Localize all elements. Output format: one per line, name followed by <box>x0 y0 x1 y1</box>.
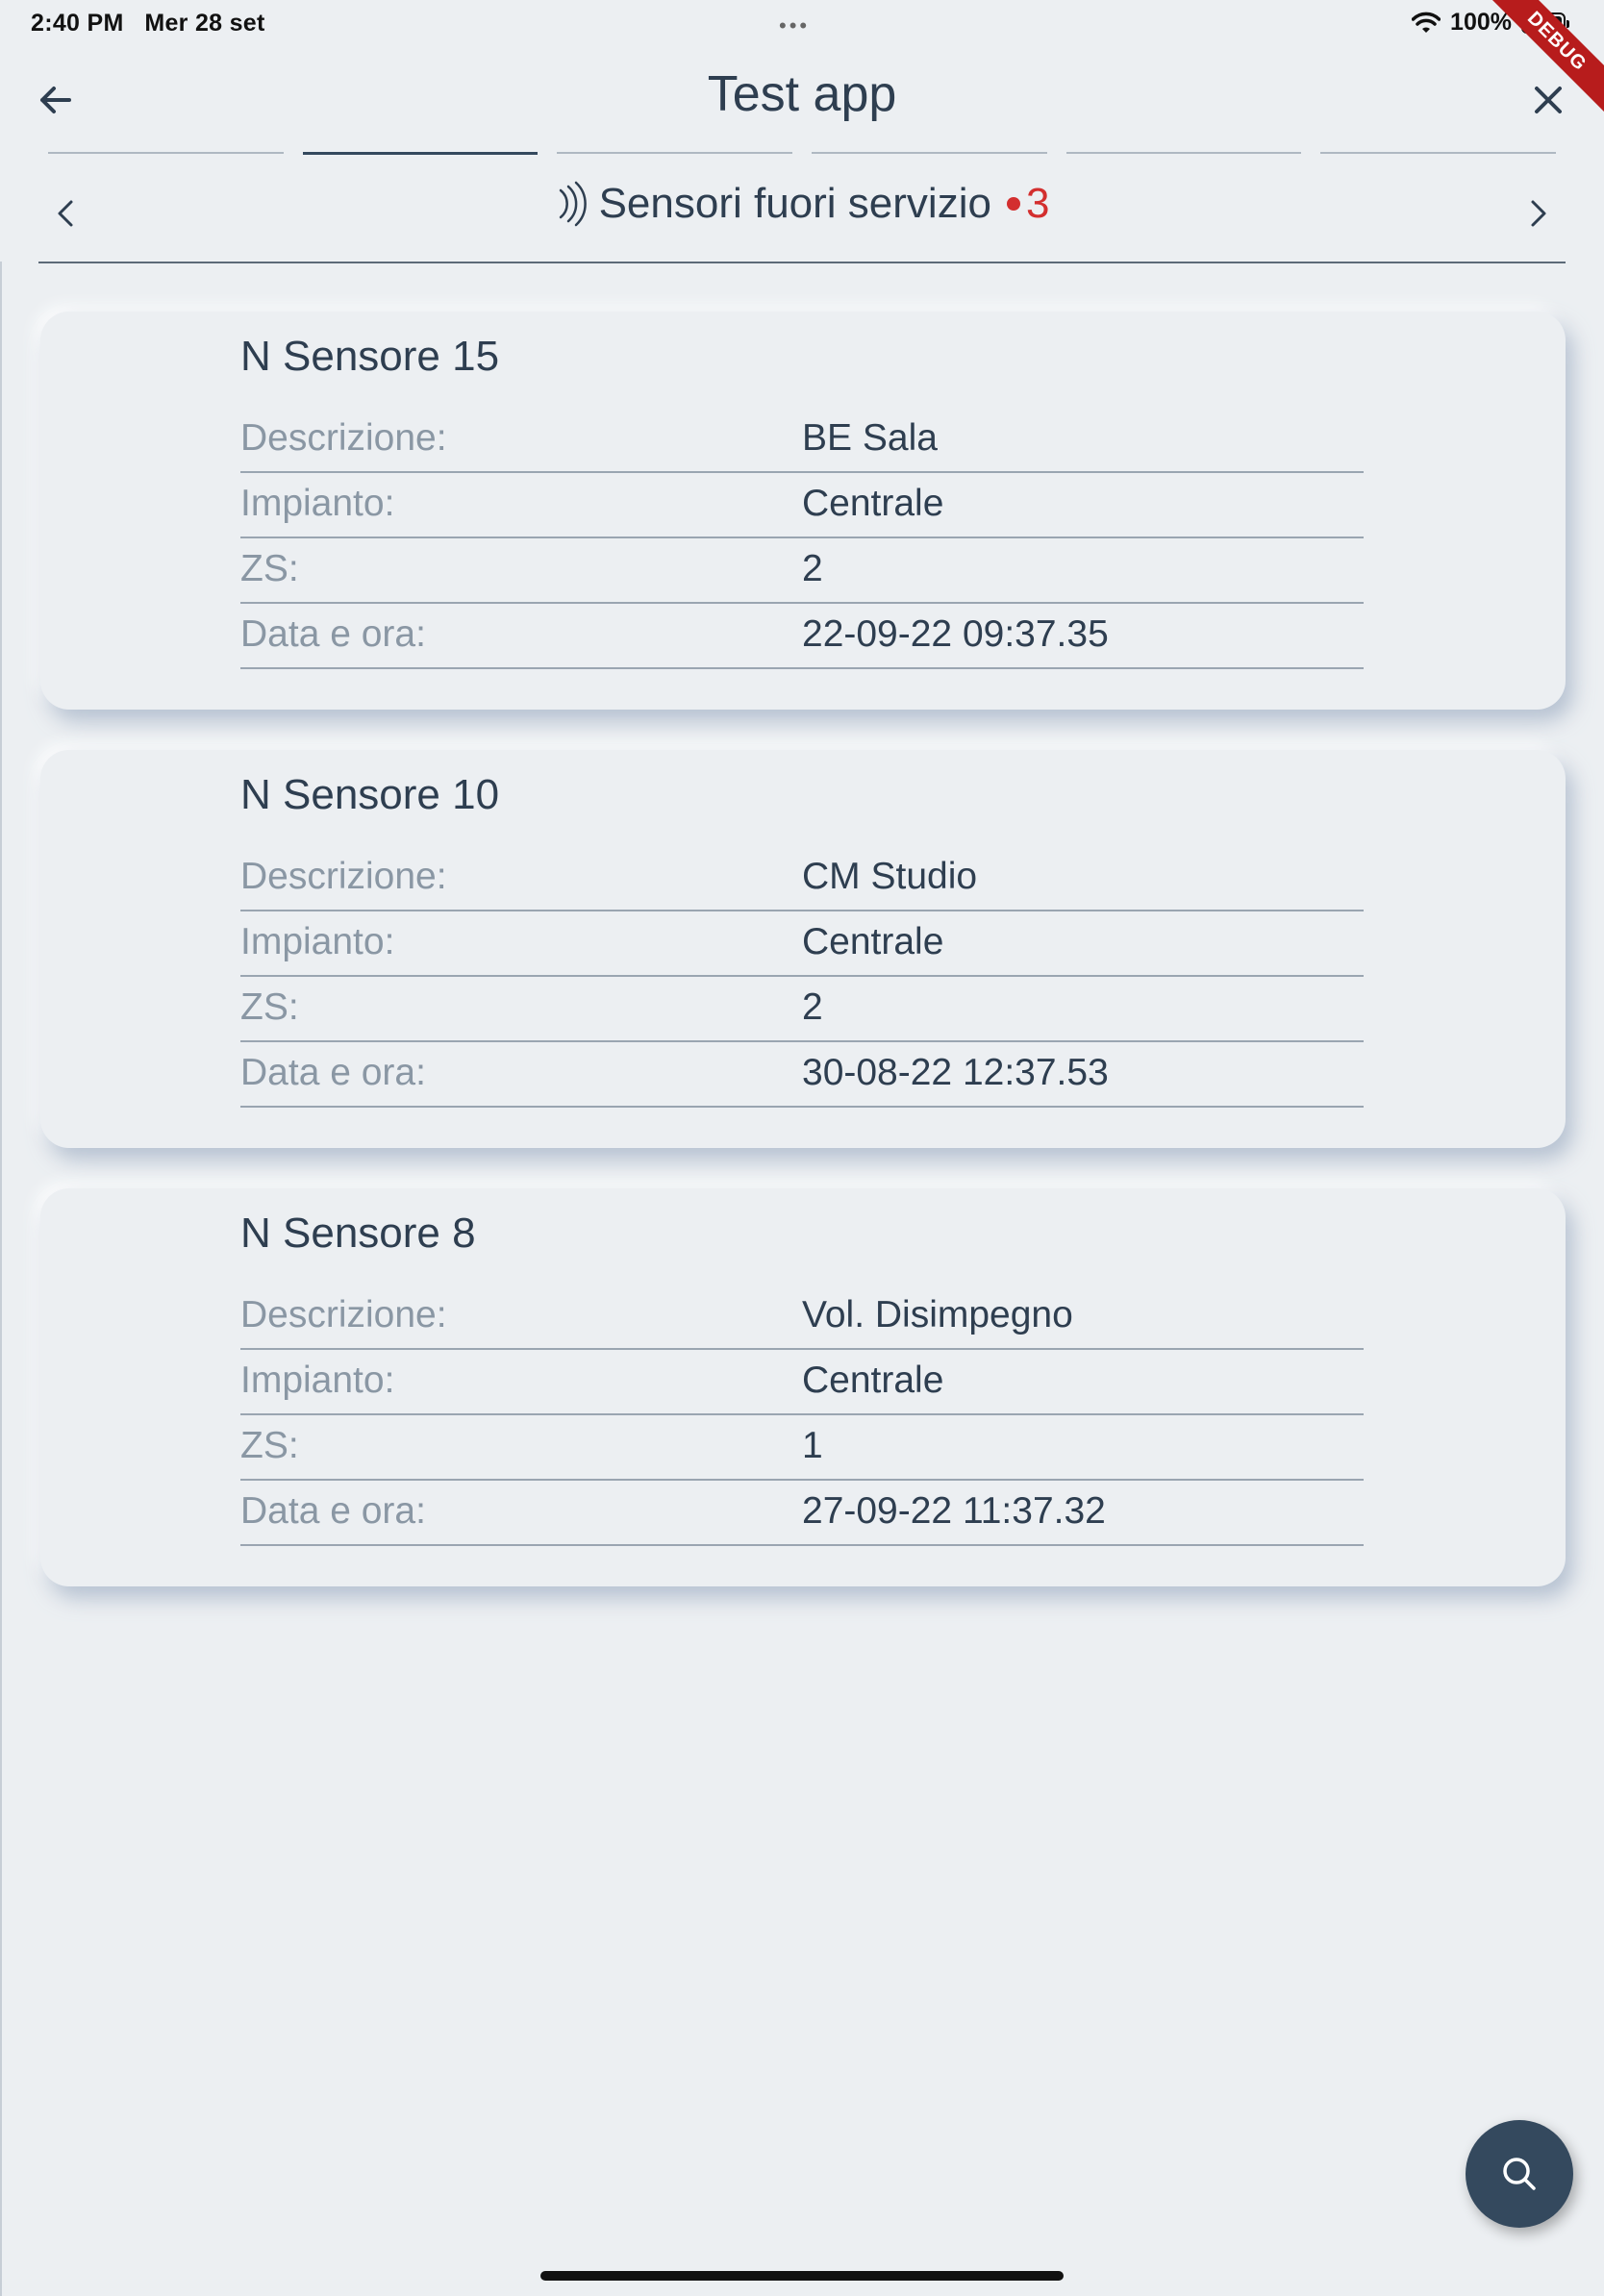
row-value: Centrale <box>802 1360 944 1401</box>
detail-row-data-ora: Data e ora: 30-08-22 12:37.53 <box>240 1042 1364 1108</box>
sensor-title: N Sensore 10 <box>240 771 500 818</box>
row-label: ZS: <box>240 1425 299 1466</box>
row-value: BE Sala <box>802 417 938 459</box>
row-label: Impianto: <box>240 921 395 962</box>
sensor-title: N Sensore 15 <box>240 333 500 380</box>
row-label: Descrizione: <box>240 417 447 459</box>
row-value: Centrale <box>802 921 944 962</box>
detail-row-descrizione: Descrizione: BE Sala <box>240 408 1364 473</box>
row-value: 27-09-22 11:37.32 <box>802 1490 1106 1532</box>
row-label: Data e ora: <box>240 1490 426 1532</box>
search-fab-button[interactable] <box>1466 2120 1573 2228</box>
row-value: 22-09-22 09:37.35 <box>802 613 1109 655</box>
multitasking-dots[interactable]: ••• <box>779 13 810 38</box>
row-value: CM Studio <box>802 856 978 897</box>
tab-indicator-6[interactable] <box>1320 152 1557 154</box>
row-value: 2 <box>802 548 823 589</box>
sensor-details: Descrizione: Vol. Disimpegno Impianto: Cen… <box>240 1285 1364 1546</box>
tab-indicator-4[interactable] <box>812 152 1047 154</box>
detail-row-descrizione: Descrizione: Vol. Disimpegno <box>240 1285 1364 1350</box>
row-label: Data e ora: <box>240 613 426 655</box>
sensor-card[interactable]: N Sensore 8 Descrizione: Vol. Disimpegno … <box>40 1188 1566 1586</box>
status-time: 2:40 PM Mer 28 set <box>31 10 265 37</box>
badge-count: 3 <box>1025 180 1050 227</box>
detail-row-impianto: Impianto: Centrale <box>240 1350 1364 1415</box>
status-bar: 2:40 PM Mer 28 set ••• 100% <box>0 0 1604 46</box>
tab-indicator-5[interactable] <box>1065 152 1302 154</box>
home-indicator[interactable] <box>540 2271 1064 2281</box>
app-title: Test app <box>707 66 897 122</box>
sensor-card[interactable]: N Sensore 15 Descrizione: BE Sala Impiant… <box>40 312 1566 710</box>
row-label: Descrizione: <box>240 856 447 897</box>
row-label: ZS: <box>240 548 299 589</box>
close-icon[interactable] <box>1521 73 1575 127</box>
row-label: Impianto: <box>240 483 395 524</box>
row-label: Data e ora: <box>240 1052 426 1093</box>
sensor-details: Descrizione: BE Sala Impianto: Centrale ZS… <box>240 408 1364 669</box>
detail-row-descrizione: Descrizione: CM Studio <box>240 846 1364 911</box>
sensor-title: N Sensore 8 <box>240 1210 476 1257</box>
tab-indicator-3[interactable] <box>557 152 793 154</box>
tab-indicator-1[interactable] <box>48 152 284 154</box>
wifi-icon <box>1412 12 1441 33</box>
sensor-details: Descrizione: CM Studio Impianto: Centrale … <box>240 846 1364 1108</box>
row-label: Impianto: <box>240 1360 395 1401</box>
detail-row-data-ora: Data e ora: 27-09-22 11:37.32 <box>240 1481 1364 1546</box>
detail-row-zs: ZS: 2 <box>240 977 1364 1042</box>
red-dot-icon <box>1006 197 1020 211</box>
row-label: ZS: <box>240 986 299 1028</box>
battery-percentage: 100% <box>1450 9 1512 36</box>
sensor-card[interactable]: N Sensore 10 Descrizione: CM Studio Impia… <box>40 750 1566 1148</box>
row-value: 30-08-22 12:37.53 <box>802 1052 1109 1093</box>
row-value: 2 <box>802 986 823 1028</box>
detail-row-zs: ZS: 1 <box>240 1415 1364 1481</box>
chevron-right-icon[interactable] <box>1508 185 1566 242</box>
detail-row-data-ora: Data e ora: 22-09-22 09:37.35 <box>240 604 1364 669</box>
detail-row-impianto: Impianto: Centrale <box>240 473 1364 538</box>
detail-row-zs: ZS: 2 <box>240 538 1364 604</box>
section-title-group: Sensori fuori servizio 3 <box>38 179 1566 229</box>
section-header: Sensori fuori servizio 3 <box>38 173 1566 263</box>
page-indicator-tabs <box>48 152 1557 155</box>
tab-indicator-2[interactable] <box>302 152 539 155</box>
detail-row-impianto: Impianto: Centrale <box>240 911 1364 977</box>
app-bar: Test app <box>0 58 1604 142</box>
row-value: 1 <box>802 1425 823 1466</box>
row-value: Centrale <box>802 483 944 524</box>
left-edge-divider <box>0 262 2 2296</box>
row-value: Vol. Disimpegno <box>802 1294 1073 1335</box>
signal-waves-icon <box>559 181 587 227</box>
section-title: Sensori fuori servizio <box>598 180 991 227</box>
row-label: Descrizione: <box>240 1294 447 1335</box>
error-count-badge: 3 <box>1006 180 1050 228</box>
search-icon <box>1503 2158 1536 2190</box>
